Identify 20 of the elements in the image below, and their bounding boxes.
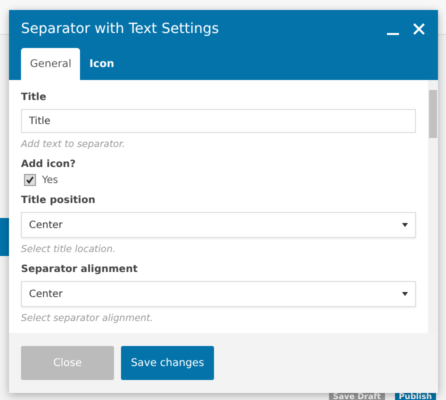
field-hint: Select title location.: [21, 244, 117, 255]
close-icon[interactable]: [412, 22, 426, 36]
dialog-title: Separator with Text Settings: [21, 21, 220, 37]
checkbox-label: Yes: [42, 174, 58, 186]
field-label: Title: [21, 92, 48, 103]
title-input[interactable]: Title: [21, 109, 416, 133]
dropdown-caret-icon: [402, 292, 408, 296]
tab[interactable]: General: [21, 48, 80, 80]
checkbox[interactable]: [24, 174, 36, 186]
save-button[interactable]: Save changes: [121, 346, 214, 380]
field-hint: Add text to separator.: [21, 139, 126, 150]
select-field[interactable]: Center: [21, 212, 416, 238]
scrollbar[interactable]: [428, 80, 438, 333]
field-label: Add icon?: [21, 159, 77, 170]
select-field[interactable]: Center: [21, 281, 416, 307]
field-label: Title position: [21, 195, 96, 206]
field-label: Separator alignment: [21, 264, 139, 275]
field-hint: Select separator alignment.: [21, 313, 154, 324]
tab[interactable]: Icon: [80, 48, 124, 80]
dropdown-caret-icon: [402, 223, 408, 227]
